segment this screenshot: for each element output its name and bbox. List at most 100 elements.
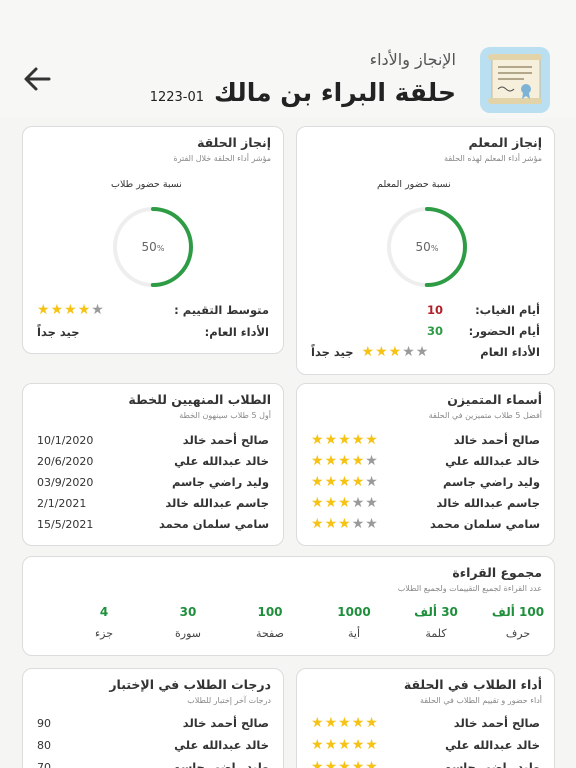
list-item: خالد عبدالله علي 20/6/2020 [37,454,269,468]
star-filled-icon: ★ [37,302,50,318]
card-title: إنجاز الحلقة [197,135,271,150]
star-filled-icon: ★ [324,759,338,768]
star-filled-icon: ★ [338,474,351,490]
circle-achievement-card: إنجاز الحلقة مؤشر أداء الحلقة خلال الفتر… [22,126,284,354]
star-filled-icon: ★ [388,344,402,360]
card-subtitle: أفضل 5 طلاب متميزين في الحلقة [428,411,542,420]
star-filled-icon: ★ [324,495,338,511]
rating-stars: ★ ★ ★ ★ ★ [37,303,104,317]
star-filled-icon: ★ [311,474,324,490]
star-filled-icon: ★ [351,737,365,753]
list-item: صالح أحمد خالد ★ ★ ★ ★ ★ [311,715,540,731]
rating-stars: ★ ★ ★ ★ ★ [311,716,378,730]
card-subtitle: درجات آخر إختبار للطلاب [187,696,271,705]
card-title: مجموع القراءة [452,565,542,580]
rating-stars: ★ ★ ★ ★ ★ [311,454,378,468]
star-filled-icon: ★ [324,432,338,448]
star-empty-icon: ★ [365,495,378,511]
star-filled-icon: ★ [338,715,351,731]
reading-totals-card: مجموع القراءة عدد القراءة لجميع التقييما… [22,556,555,656]
rating-stars: ★ ★ ★ ★ ★ [311,517,378,531]
list-item: وليد راضي جاسم ★ ★ ★ ★ ★ [311,474,540,490]
present-row: أيام الحضور: 30 [427,324,540,338]
star-filled-icon: ★ [311,516,324,532]
star-filled-icon: ★ [311,715,324,731]
card-subtitle: أداء حضور و تقييم الطلاب في الحلقة [419,696,542,705]
star-filled-icon: ★ [375,344,388,360]
star-filled-icon: ★ [351,453,365,469]
card-title: درجات الطلاب في الإختبار [109,677,271,692]
star-empty-icon: ★ [91,302,104,318]
star-empty-icon: ★ [365,516,378,532]
star-filled-icon: ★ [351,715,365,731]
list-item: صالح أحمد خالد 90 [37,716,269,730]
star-filled-icon: ★ [324,715,338,731]
star-filled-icon: ★ [324,516,338,532]
star-filled-icon: ★ [64,302,77,318]
gauge-label: نسبة حضور طلاب [111,179,182,190]
list-item: خالد عبدالله علي 80 [37,738,269,752]
card-title: إنجاز المعلم [468,135,542,150]
star-filled-icon: ★ [365,432,378,448]
students-performance-card: أداء الطلاب في الحلقة أداء حضور و تقييم … [296,668,555,768]
star-filled-icon: ★ [311,759,324,768]
list-item: جاسم عبدالله خالد ★ ★ ★ ★ ★ [311,495,540,511]
star-filled-icon: ★ [365,759,378,768]
card-subtitle: مؤشر أداء المعلم لهذه الحلقة [444,154,542,163]
absent-row: أيام الغياب: 10 [427,303,540,317]
back-arrow-icon[interactable] [22,64,52,94]
list-item: صالح أحمد خالد 10/1/2020 [37,433,269,447]
list-item: سامي سلمان محمد ★ ★ ★ ★ ★ [311,516,540,532]
star-filled-icon: ★ [324,453,338,469]
stat-surahs: 30 سورة [175,605,201,640]
top-students-card: أسماء المتميزن أفضل 5 طلاب متميزين في ال… [296,383,555,546]
gauge-value: 50% [141,240,165,254]
list-item: وليد راضي جاسم 03/9/2020 [37,475,269,489]
rating-stars: ★ ★ ★ ★ ★ [311,760,378,768]
star-filled-icon: ★ [77,302,91,318]
star-empty-icon: ★ [415,344,429,360]
rating-stars: ★ ★ ★ ★ ★ [311,496,378,510]
card-title: أداء الطلاب في الحلقة [403,677,542,692]
star-empty-icon: ★ [351,495,365,511]
star-filled-icon: ★ [365,715,378,731]
certificate-scroll-icon [480,47,550,113]
card-subtitle: عدد القراءة لجميع التقييمات ولجميع الطلا… [397,584,542,593]
star-filled-icon: ★ [361,344,375,360]
teacher-achievement-card: إنجاز المعلم مؤشر أداء المعلم لهذه الحلق… [296,126,555,375]
overall-row: الأداء العام ★ ★ ★ ★ ★ جيد جداً [311,344,540,360]
star-filled-icon: ★ [365,737,378,753]
star-filled-icon: ★ [351,759,365,768]
star-empty-icon: ★ [365,474,378,490]
star-filled-icon: ★ [311,737,324,753]
star-empty-icon: ★ [402,344,415,360]
star-filled-icon: ★ [324,474,338,490]
rating-stars: ★ ★ ★ ★ ★ [311,433,378,447]
list-item: وليد راضي جاسم ★ ★ ★ ★ ★ [311,757,540,768]
title-row: حلقة البراء بن مالك 1223-01 [150,78,456,107]
circle-code: 1223-01 [149,90,205,105]
star-filled-icon: ★ [311,453,324,469]
exam-scores-card: درجات الطلاب في الإختبار درجات آخر إختبا… [22,668,284,768]
teacher-attendance-gauge: 50% [385,205,469,289]
star-filled-icon: ★ [338,432,351,448]
list-item: جاسم عبدالله خالد 2/1/2021 [37,496,269,510]
star-filled-icon: ★ [338,759,351,768]
stat-parts: 4 جزء [94,605,114,640]
card-title: الطلاب المنهيين للخطة [128,392,271,407]
star-filled-icon: ★ [338,453,351,469]
star-filled-icon: ★ [338,516,351,532]
stat-pages: 100 صفحة [256,605,284,640]
gauge-value: 50% [415,240,439,254]
list-item: خالد عبدالله علي ★ ★ ★ ★ ★ [311,453,540,469]
star-filled-icon: ★ [351,474,365,490]
star-filled-icon: ★ [351,432,365,448]
star-empty-icon: ★ [365,453,378,469]
rating-stars: ★ ★ ★ ★ ★ [311,475,378,489]
rating-row: متوسط التقييم : ★ ★ ★ ★ ★ [37,302,269,318]
finished-students-card: الطلاب المنهيين للخطة أول 5 طلاب سينهون … [22,383,284,546]
star-filled-icon: ★ [338,495,351,511]
rating-stars: ★ ★ ★ ★ ★ [311,738,378,752]
overall-row: الأداء العام: جيد جداً [37,325,269,339]
list-item: صالح أحمد خالد ★ ★ ★ ★ ★ [311,432,540,448]
